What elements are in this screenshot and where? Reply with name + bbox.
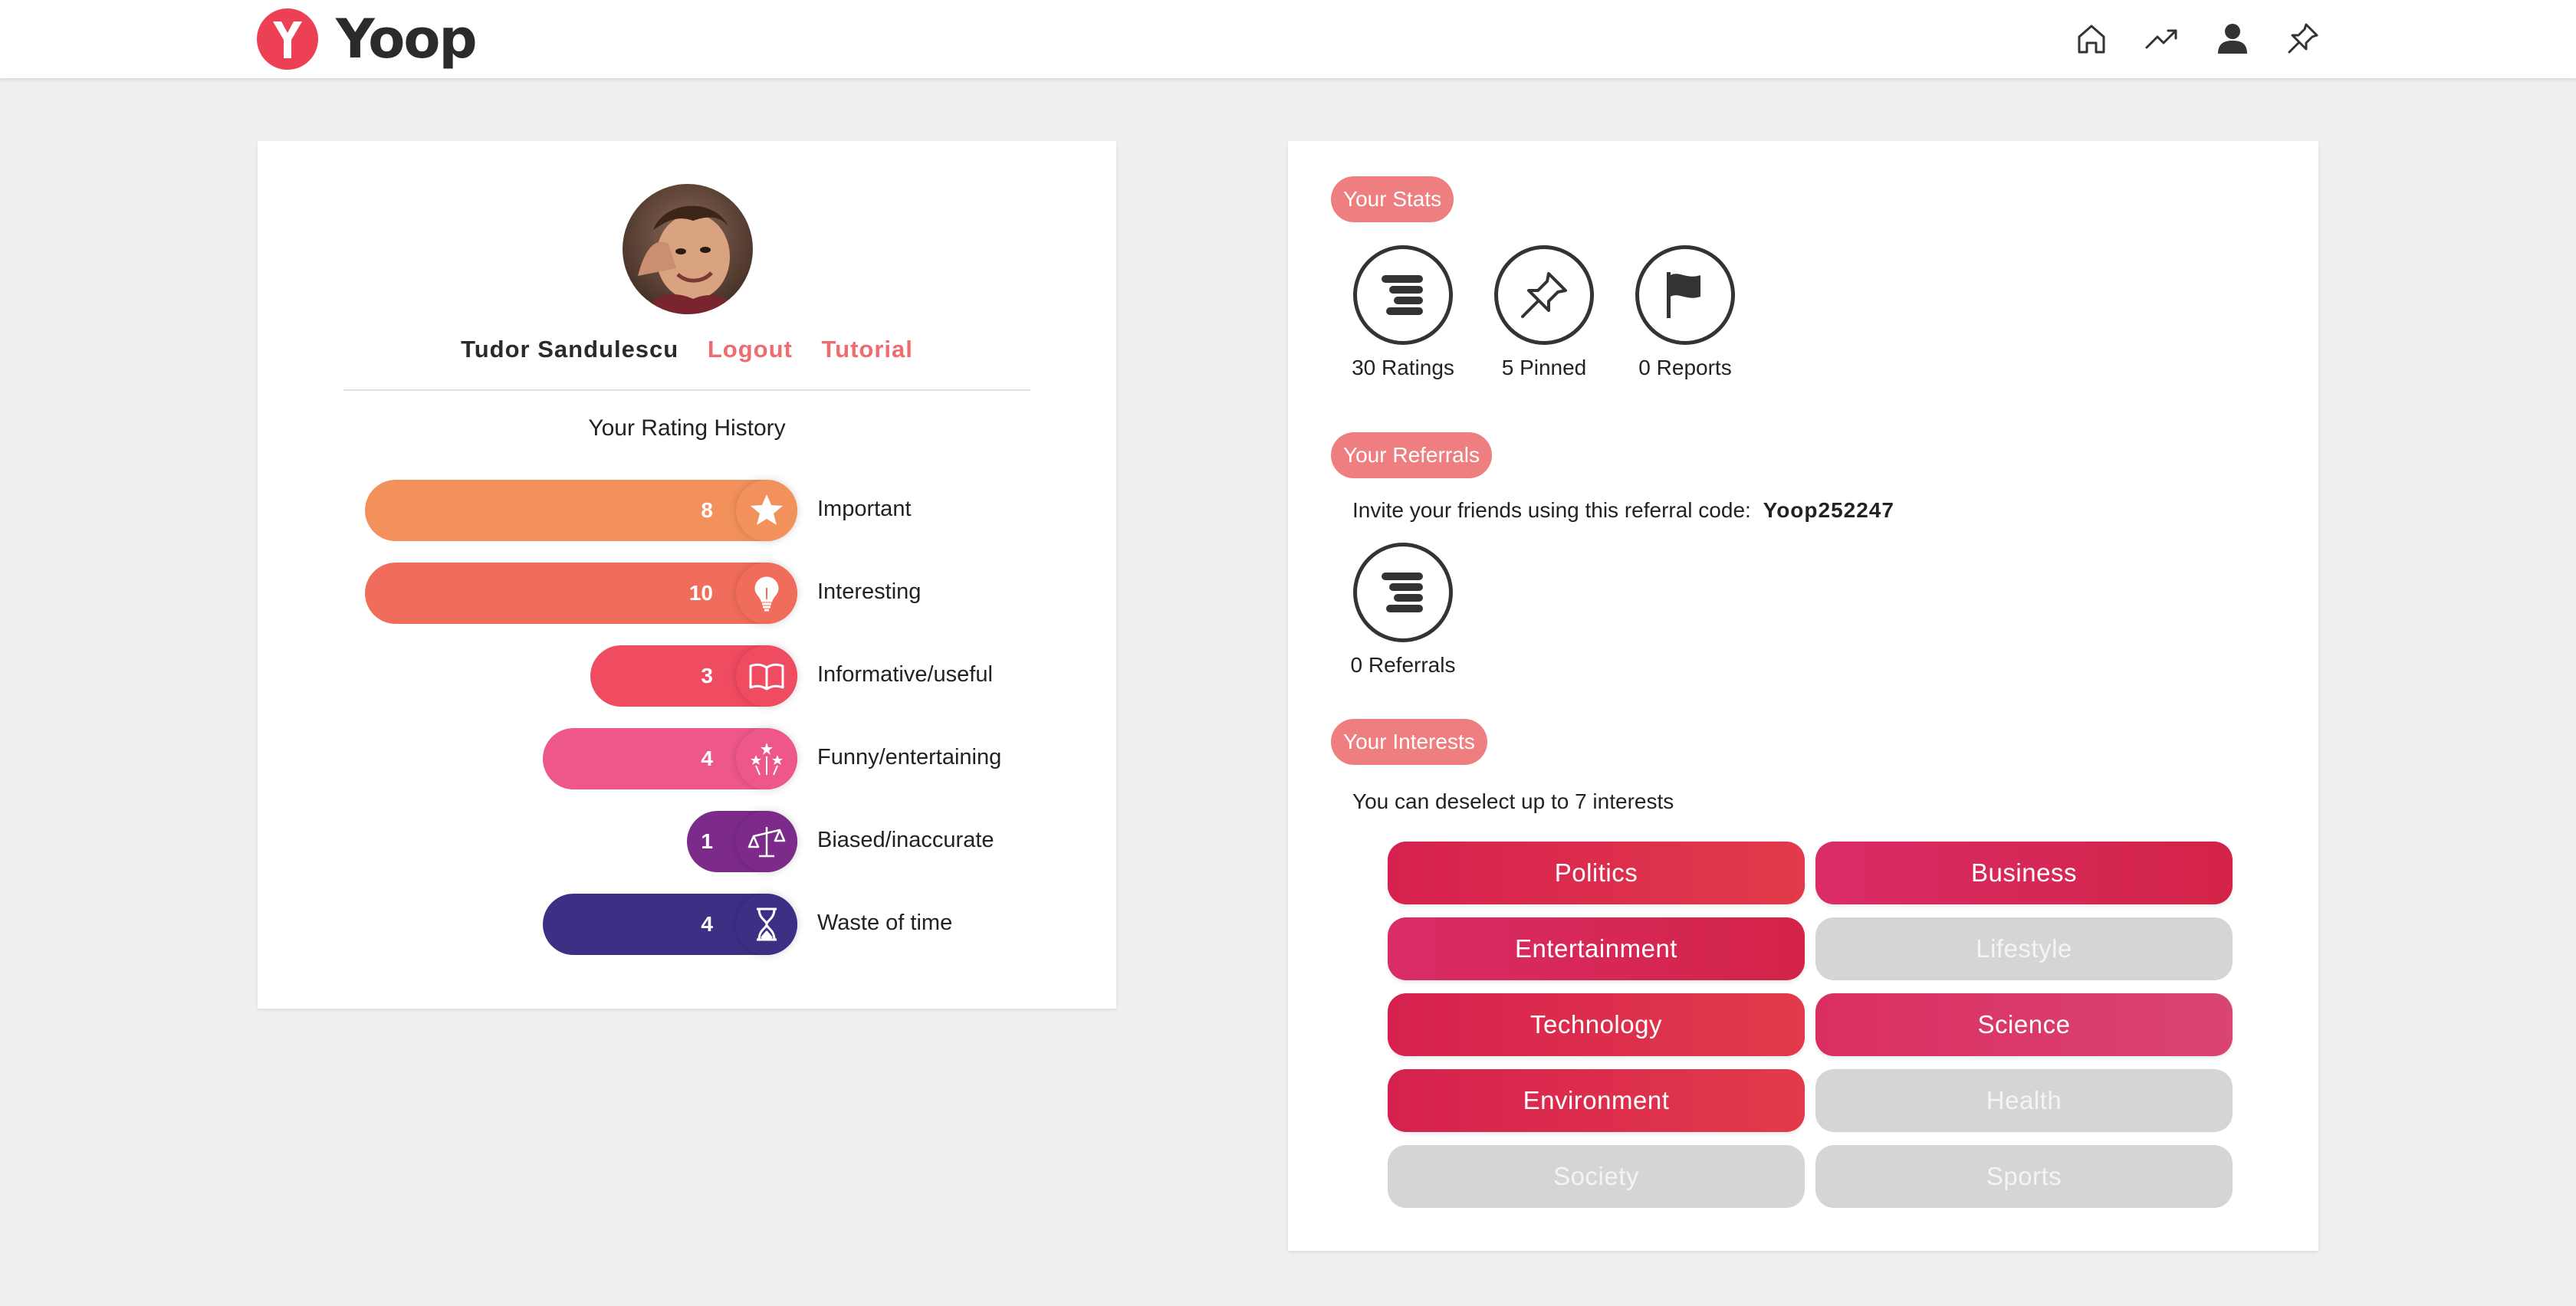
- user-name: Tudor Sandulescu: [461, 336, 679, 363]
- nav-profile-button[interactable]: [2211, 17, 2254, 60]
- rating-icon-badge: [736, 811, 797, 872]
- stats-card: Your Stats 30 Ratings 5 Pinned 0 Reports…: [1288, 141, 2318, 1251]
- interest-sports[interactable]: Sports: [1815, 1145, 2233, 1208]
- interest-entertainment[interactable]: Entertainment: [1388, 917, 1805, 980]
- home-icon: [2078, 25, 2105, 54]
- referrals-heading: Your Referrals: [1331, 432, 1492, 478]
- logout-link[interactable]: Logout: [708, 336, 793, 363]
- interest-society[interactable]: Society: [1388, 1145, 1805, 1208]
- interest-environment[interactable]: Environment: [1388, 1069, 1805, 1132]
- referral-code[interactable]: Yoop252247: [1763, 498, 1894, 522]
- rating-label: Waste of time: [817, 911, 953, 935]
- rating-bar: 10: [365, 563, 797, 624]
- user-icon: [2218, 24, 2247, 54]
- rating-label: Informative/useful: [817, 662, 993, 687]
- rating-history-title: Your Rating History: [588, 415, 786, 441]
- top-nav: [2070, 17, 2325, 60]
- lightbulb-icon: [754, 576, 779, 612]
- stat-label: 30 Ratings: [1352, 356, 1454, 379]
- referral-invite-text: Invite your friends using this referral …: [1352, 498, 1751, 522]
- tutorial-link[interactable]: Tutorial: [822, 336, 913, 363]
- scales-icon: [748, 827, 786, 858]
- hourglass-icon: [757, 907, 777, 941]
- referral-invite: Invite your friends using this referral …: [1352, 498, 1894, 523]
- app-name: Yoop: [336, 8, 478, 71]
- rating-row-funny: 4 Funny/entertaining: [258, 728, 1116, 791]
- fireworks-icon: [751, 743, 783, 776]
- rating-count: 4: [701, 912, 713, 936]
- rating-label: Important: [817, 497, 912, 521]
- interest-business[interactable]: Business: [1815, 842, 2233, 904]
- rating-icon-badge: [736, 894, 797, 955]
- book-icon: [749, 663, 784, 691]
- rating-count: 8: [701, 498, 713, 522]
- nav-home-button[interactable]: [2070, 17, 2113, 60]
- profile-row: Tudor Sandulescu Logout Tutorial: [258, 336, 1116, 363]
- interests-heading: Your Interests: [1331, 719, 1487, 765]
- rating-label: Biased/inaccurate: [817, 828, 994, 852]
- pin-icon: [2288, 23, 2318, 54]
- rating-row-informative: 3 Informative/useful: [258, 645, 1116, 708]
- interest-lifestyle[interactable]: Lifestyle: [1815, 917, 2233, 980]
- referrals-count: 0 Referrals: [1350, 653, 1456, 677]
- rating-count: 10: [688, 581, 713, 605]
- rating-row-waste: 4 Waste of time: [258, 894, 1116, 957]
- yoop-logo-icon: [257, 8, 318, 70]
- interest-politics[interactable]: Politics: [1388, 842, 1805, 904]
- nav-trending-button[interactable]: [2141, 17, 2183, 60]
- rating-count: 4: [701, 747, 713, 770]
- stat-pinned: 5 Pinned: [1490, 245, 1598, 380]
- ratings-icon: [1382, 275, 1423, 315]
- rating-label: Interesting: [817, 579, 922, 604]
- stat-ratings: 30 Ratings: [1349, 245, 1457, 380]
- trending-icon: [2145, 29, 2177, 49]
- rating-icon-badge: [736, 645, 797, 707]
- rating-icon-badge: [736, 563, 797, 624]
- interests-hint: You can deselect up to 7 interests: [1352, 789, 1674, 813]
- flag-icon: [1667, 272, 1700, 318]
- rating-icon-badge: [736, 728, 797, 789]
- yoop-logo[interactable]: Yoop: [256, 6, 478, 72]
- top-bar: Yoop: [0, 0, 2576, 78]
- interest-science[interactable]: Science: [1815, 993, 2233, 1056]
- rating-bar: 8: [365, 480, 797, 541]
- ratings-icon: [1382, 573, 1423, 612]
- divider: [343, 389, 1030, 391]
- stat-label: 5 Pinned: [1501, 356, 1587, 379]
- profile-card: Tudor Sandulescu Logout Tutorial Your Ra…: [258, 141, 1116, 1009]
- interest-health[interactable]: Health: [1815, 1069, 2233, 1132]
- rating-row-interesting: 10 Interesting: [258, 563, 1116, 625]
- stat-reports: 0 Reports: [1631, 245, 1739, 380]
- stat-label: 0 Reports: [1638, 356, 1732, 379]
- pin-icon: [1521, 272, 1567, 318]
- rating-icon-badge: [736, 480, 797, 541]
- stats-heading: Your Stats: [1331, 176, 1454, 222]
- rating-count: 3: [701, 664, 713, 687]
- nav-pinned-button[interactable]: [2282, 17, 2325, 60]
- stat-referrals: 0 Referrals: [1349, 543, 1457, 678]
- rating-label: Funny/entertaining: [817, 745, 1002, 769]
- star-icon: [751, 494, 783, 525]
- rating-count: 1: [701, 829, 713, 853]
- rating-row-biased: 1 Biased/inaccurate: [258, 811, 1116, 874]
- interest-technology[interactable]: Technology: [1388, 993, 1805, 1056]
- rating-row-important: 8 Important: [258, 480, 1116, 543]
- avatar: [623, 184, 753, 314]
